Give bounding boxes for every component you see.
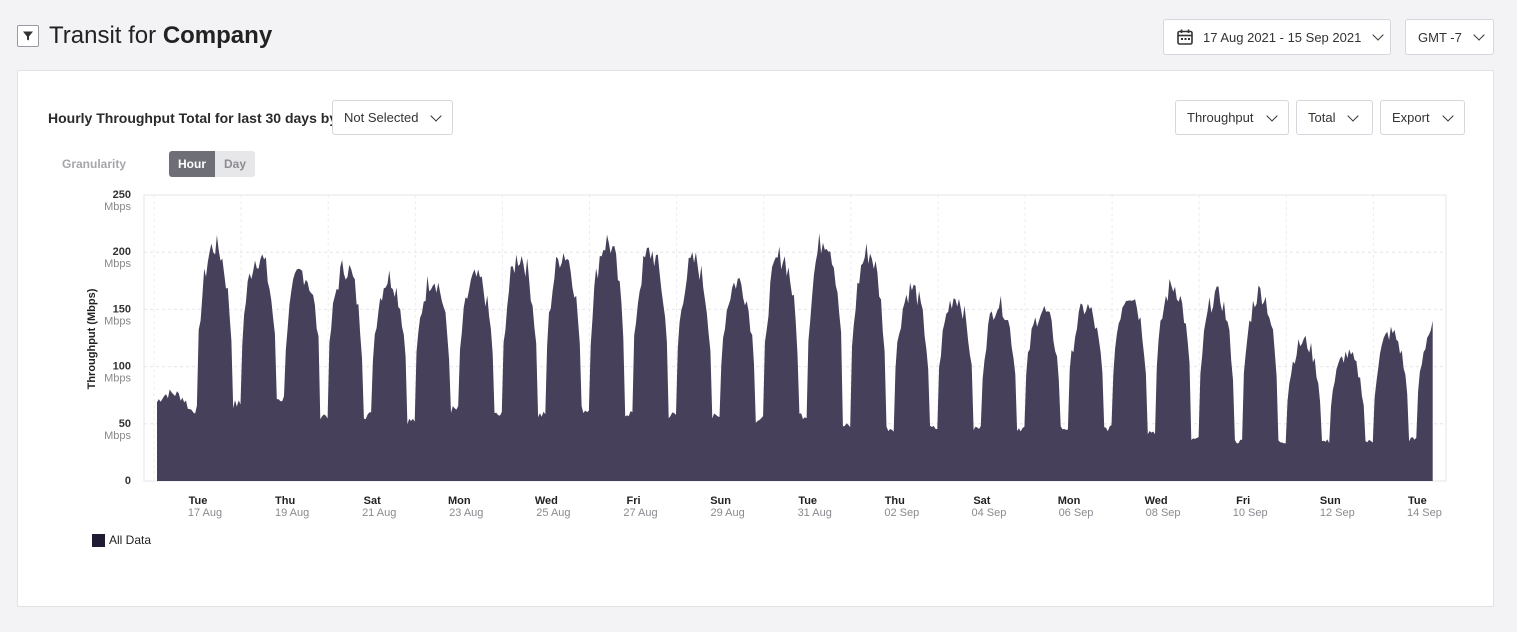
export-label: Export <box>1392 110 1430 125</box>
x-tick-date: 17 Aug <box>188 507 222 519</box>
y-tick-label: 0 <box>125 475 131 487</box>
y-tick-unit: Mbps <box>104 201 131 213</box>
group-by-label: Not Selected <box>344 110 419 125</box>
x-tick-date: 10 Sep <box>1233 507 1268 519</box>
x-tick-date: 02 Sep <box>884 507 919 519</box>
calendar-icon <box>1177 29 1193 45</box>
granularity-toggle: Hour Day <box>169 151 256 177</box>
page-title: Transit for Company <box>49 22 272 50</box>
chevron-down-icon <box>1441 109 1454 122</box>
x-tick-day: Sat <box>364 495 381 507</box>
y-tick-unit: Mbps <box>104 258 131 270</box>
x-tick-date: 25 Aug <box>536 507 570 519</box>
chevron-down-icon <box>1265 109 1278 122</box>
x-tick-day: Wed <box>535 495 558 507</box>
x-tick-day: Tue <box>1408 495 1427 507</box>
timezone-select[interactable]: GMT -7 <box>1405 19 1494 55</box>
x-tick-day: Mon <box>448 495 471 507</box>
x-tick-day: Wed <box>1145 495 1168 507</box>
timezone-label: GMT -7 <box>1418 29 1462 45</box>
filter-icon <box>23 31 33 41</box>
x-tick-day: Fri <box>1236 495 1250 507</box>
chevron-down-icon <box>1347 109 1360 122</box>
date-range-label: 17 Aug 2021 - 15 Sep 2021 <box>1203 29 1362 45</box>
panel-title: Hourly Throughput Total for last 30 days… <box>48 110 338 126</box>
x-tick-day: Sat <box>973 495 990 507</box>
x-tick-date: 23 Aug <box>449 507 483 519</box>
x-tick-day: Sun <box>1320 495 1341 507</box>
aggregation-label: Total <box>1308 110 1336 125</box>
y-tick-label: 250 <box>113 189 131 201</box>
y-tick-unit: Mbps <box>104 373 131 385</box>
x-tick-day: Thu <box>885 495 905 507</box>
granularity-hour-button[interactable]: Hour <box>169 151 215 177</box>
title-entity: Company <box>162 22 273 49</box>
y-tick-label: 50 <box>119 418 131 430</box>
x-tick-date: 08 Sep <box>1146 507 1181 519</box>
x-tick-date: 21 Aug <box>362 507 396 519</box>
granularity-label: Granularity <box>62 157 127 171</box>
y-tick-label: 150 <box>113 303 131 315</box>
legend-label: All Data <box>109 533 152 547</box>
x-tick-day: Thu <box>275 495 295 507</box>
date-range-picker[interactable]: 17 Aug 2021 - 15 Sep 2021 <box>1163 19 1391 55</box>
export-button[interactable]: Export <box>1380 100 1465 135</box>
x-tick-date: 14 Sep <box>1407 507 1442 519</box>
x-tick-date: 19 Aug <box>275 507 309 519</box>
granularity-day-button[interactable]: Day <box>215 151 256 177</box>
x-tick-day: Mon <box>1058 495 1081 507</box>
x-tick-date: 06 Sep <box>1059 507 1094 519</box>
x-tick-day: Sun <box>710 495 731 507</box>
aggregation-select[interactable]: Total <box>1296 100 1373 135</box>
chart-panel: 250 Mbps 200 Mbps 150 Mbps 100 Mbps 50 Mbps 0 Throu… <box>17 70 1494 607</box>
y-tick-unit: Mbps <box>104 315 131 327</box>
x-tick-date: 12 Sep <box>1320 507 1355 519</box>
metric-select[interactable]: Throughput <box>1175 100 1289 135</box>
title-prefix: Transit for <box>49 22 157 49</box>
x-tick-date: 27 Aug <box>623 507 657 519</box>
chevron-down-icon <box>430 109 443 122</box>
x-tick-date: 31 Aug <box>798 507 832 519</box>
series-area-all-data <box>157 233 1433 481</box>
y-tick-label: 100 <box>113 361 131 373</box>
x-tick-day: Tue <box>798 495 817 507</box>
chart-legend: All Data <box>92 533 151 547</box>
chevron-down-icon <box>1473 29 1485 41</box>
group-by-select[interactable]: Not Selected <box>332 100 453 135</box>
x-tick-day: Tue <box>189 495 208 507</box>
chevron-down-icon <box>1372 29 1384 41</box>
x-tick-date: 04 Sep <box>971 507 1006 519</box>
filter-button[interactable] <box>17 25 39 47</box>
y-axis-title: Throughput (Mbps) <box>86 288 98 389</box>
top-bar: Transit for Company 17 Aug 2021 - 15 Sep… <box>0 0 1517 70</box>
x-tick-date: 29 Aug <box>710 507 744 519</box>
metric-label: Throughput <box>1187 110 1254 125</box>
legend-swatch <box>92 533 105 547</box>
x-tick-day: Fri <box>626 495 640 507</box>
y-tick-unit: Mbps <box>104 430 131 442</box>
y-tick-label: 200 <box>113 246 131 258</box>
